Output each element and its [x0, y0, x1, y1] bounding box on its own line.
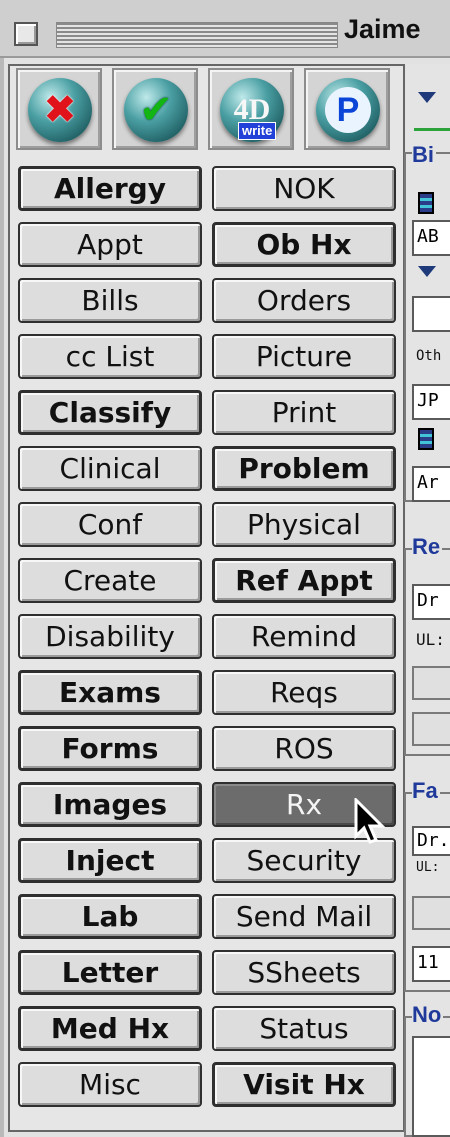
inject-button[interactable]: Inject — [18, 838, 202, 883]
red-x-icon: ✖ — [28, 78, 92, 142]
mouse-cursor-icon — [354, 798, 386, 844]
re-button-1[interactable] — [412, 666, 450, 700]
lab-button[interactable]: Lab — [18, 894, 202, 939]
ok-button[interactable]: ✔ — [112, 68, 198, 150]
field-fa-2[interactable]: 11 — [412, 946, 450, 982]
field-bi-4[interactable]: Ar — [412, 466, 450, 502]
remind-button[interactable]: Remind — [212, 614, 396, 659]
ros-button[interactable]: ROS — [212, 726, 396, 771]
disability-button[interactable]: Disability — [18, 614, 202, 659]
green-check-icon: ✔ — [124, 78, 188, 142]
ref-appt-button[interactable]: Ref Appt — [212, 558, 396, 603]
nok-button[interactable]: NOK — [212, 166, 396, 211]
status-button[interactable]: Status — [212, 1006, 396, 1051]
visit-hx-button[interactable]: Visit Hx — [212, 1062, 396, 1107]
letter-button[interactable]: Letter — [18, 950, 202, 995]
allergy-button[interactable]: Allergy — [18, 166, 202, 211]
p-arrow-icon: P — [316, 78, 380, 142]
group-title-bi: Bi — [412, 142, 436, 168]
title-bar[interactable]: Jaime — [0, 0, 450, 58]
images-button[interactable]: Images — [18, 782, 202, 827]
picture-button[interactable]: Picture — [212, 334, 396, 379]
list-stack-icon[interactable] — [418, 428, 434, 450]
list-stack-icon[interactable] — [418, 192, 434, 214]
other-label: Oth — [416, 348, 442, 364]
forms-button[interactable]: Forms — [18, 726, 202, 771]
4d-write-button[interactable]: 4D write — [208, 68, 294, 150]
ssheets-button[interactable]: SSheets — [212, 950, 396, 995]
cc-list-button[interactable]: cc List — [18, 334, 202, 379]
write-badge: write — [238, 122, 277, 140]
classify-button[interactable]: Classify — [18, 390, 202, 435]
print-button[interactable]: Print — [212, 390, 396, 435]
create-button[interactable]: Create — [18, 558, 202, 603]
notes-area[interactable] — [412, 1036, 450, 1137]
physical-button[interactable]: Physical — [212, 502, 396, 547]
misc-button[interactable]: Misc — [18, 1062, 202, 1107]
window-title: Jaime — [344, 14, 421, 44]
send-mail-button[interactable]: Send Mail — [212, 894, 396, 939]
fa-button[interactable] — [412, 896, 450, 930]
re-sub-label: UL: — [416, 630, 445, 649]
disclosure-triangle-icon[interactable] — [418, 266, 436, 277]
group-title-fa: Fa — [412, 778, 440, 804]
orders-button[interactable]: Orders — [212, 278, 396, 323]
green-rule — [414, 128, 450, 131]
reqs-button[interactable]: Reqs — [212, 670, 396, 715]
field-bi-2[interactable] — [412, 296, 450, 332]
clinical-button[interactable]: Clinical — [18, 446, 202, 491]
group-title-no: No — [412, 1002, 444, 1028]
med-hx-button[interactable]: Med Hx — [18, 1006, 202, 1051]
close-box-icon[interactable] — [14, 22, 38, 46]
field-re-1[interactable]: Dr — [412, 584, 450, 620]
fa-sub-label: UL: — [416, 860, 440, 875]
field-fa-1[interactable]: Dr. — [412, 826, 450, 856]
p-button[interactable]: P — [304, 68, 390, 150]
conf-button[interactable]: Conf — [18, 502, 202, 547]
field-bi-3[interactable]: JP — [412, 384, 450, 420]
disclosure-triangle-icon[interactable] — [418, 92, 436, 103]
bills-button[interactable]: Bills — [18, 278, 202, 323]
exams-button[interactable]: Exams — [18, 670, 202, 715]
re-button-2[interactable] — [412, 712, 450, 746]
toolbar: ✖ ✔ 4D write P — [16, 68, 406, 154]
problem-button[interactable]: Problem — [212, 446, 396, 491]
group-title-re: Re — [412, 534, 443, 560]
field-bi-1[interactable]: AB — [412, 220, 450, 256]
cancel-button[interactable]: ✖ — [16, 68, 102, 150]
title-bar-stripes[interactable] — [56, 22, 338, 48]
appt-button[interactable]: Appt — [18, 222, 202, 267]
ob-hx-button[interactable]: Ob Hx — [212, 222, 396, 267]
